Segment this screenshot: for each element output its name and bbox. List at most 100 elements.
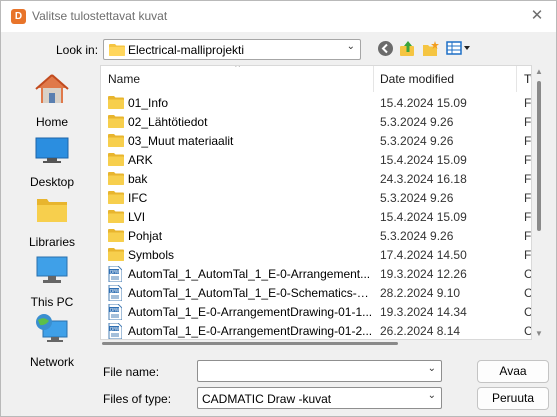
item-name: AutomTal_1_E-0-ArrangementDrawing-01-2..… <box>128 324 373 338</box>
item-name: AutomTal_1_E-0-ArrangementDrawing-01-1..… <box>128 305 373 319</box>
list-item[interactable]: 01_Info 15.4.2024 15.09 Fil <box>101 93 532 112</box>
file-name-input[interactable]: ⌄ <box>197 360 442 382</box>
place-label: Home <box>35 115 68 129</box>
column-separator[interactable] <box>516 66 517 92</box>
item-type: Fil <box>524 134 532 148</box>
libraries-icon <box>36 195 68 226</box>
item-date-modified: 15.4.2024 15.09 <box>380 210 467 224</box>
sort-ascending-icon: ⌃ <box>233 65 243 75</box>
list-item[interactable]: DRW AutomTal_1_AutomTal_1_E-0-Arrangement… <box>101 264 531 283</box>
svg-text:DRW: DRW <box>110 326 120 331</box>
window-title: Valitse tulostettavat kuvat <box>32 9 168 23</box>
folder-icon <box>108 190 124 207</box>
view-menu-icon[interactable] <box>446 40 472 58</box>
list-item[interactable]: bak 24.3.2024 16.18 Fil <box>101 169 532 188</box>
item-type: Fil <box>524 96 532 110</box>
column-header-date-modified[interactable]: Date modified <box>380 72 454 86</box>
item-name: bak <box>128 172 148 186</box>
place-libraries[interactable]: Libraries <box>8 193 96 249</box>
vertical-scrollbar[interactable]: ▲ ▼ <box>532 65 546 340</box>
item-date-modified: 5.3.2024 9.26 <box>380 191 454 205</box>
folder-icon <box>108 209 124 226</box>
place-desktop[interactable]: Desktop <box>8 133 96 189</box>
item-type: Fil <box>524 172 532 186</box>
title-bar: D Valitse tulostettavat kuvat ✕ <box>1 1 556 32</box>
item-date-modified: 5.3.2024 9.26 <box>380 134 454 148</box>
this-pc-icon <box>35 256 69 287</box>
place-home[interactable]: Home <box>8 73 96 129</box>
list-header: ⌃ Name Date modified Ty <box>101 65 531 92</box>
item-name: AutomTal_1_AutomTal_1_E-0-Arrangement... <box>128 267 371 281</box>
item-type: Fil <box>524 191 532 205</box>
item-name: 02_Lähtötiedot <box>128 115 208 129</box>
file-type-value: CADMATIC Draw -kuvat <box>202 392 332 406</box>
svg-text:DRW: DRW <box>110 269 120 274</box>
item-date-modified: 17.4.2024 14.50 <box>380 248 467 262</box>
folder-icon <box>109 43 125 59</box>
column-header-name[interactable]: Name <box>108 72 140 86</box>
scroll-thumb[interactable] <box>102 342 398 345</box>
close-button[interactable]: ✕ <box>526 6 548 26</box>
folder-icon <box>108 228 124 245</box>
item-date-modified: 24.3.2024 16.18 <box>380 172 467 186</box>
up-folder-icon[interactable] <box>399 40 417 58</box>
folder-icon <box>108 152 124 169</box>
item-name: ARK <box>128 153 153 167</box>
file-name-label: File name: <box>103 365 160 379</box>
place-network[interactable]: Network <box>8 313 96 369</box>
list-item[interactable]: LVI 15.4.2024 15.09 Fil <box>101 207 532 226</box>
item-date-modified: 28.2.2024 9.10 <box>380 286 461 300</box>
new-folder-icon[interactable] <box>422 40 440 58</box>
place-this-pc[interactable]: This PC <box>8 253 96 309</box>
horizontal-scrollbar[interactable] <box>100 340 532 348</box>
network-icon <box>35 313 69 348</box>
item-date-modified: 19.3.2024 14.34 <box>380 305 467 319</box>
item-type: Fil <box>524 153 532 167</box>
look-in-dropdown[interactable]: Electrical-malliprojekti ⌄ <box>103 39 361 60</box>
folder-icon <box>108 114 124 131</box>
item-type: Fil <box>524 229 532 243</box>
cancel-button[interactable]: Peruuta <box>477 387 549 410</box>
file-type-label: Files of type: <box>103 392 172 406</box>
place-label: This PC <box>30 295 74 309</box>
svg-text:DRW: DRW <box>110 288 120 293</box>
list-item[interactable]: 03_Muut materiaalit 5.3.2024 9.26 Fil <box>101 131 532 150</box>
item-type: Fil <box>524 210 532 224</box>
item-type: Fil <box>524 115 532 129</box>
list-item[interactable]: Pohjat 5.3.2024 9.26 Fil <box>101 226 532 245</box>
folder-icon <box>108 171 124 188</box>
list-item[interactable]: DRW AutomTal_1_AutomTal_1_E-0-Schematics-… <box>101 283 532 302</box>
item-name: AutomTal_1_AutomTal_1_E-0-Schematics-01.… <box>128 286 373 300</box>
item-date-modified: 5.3.2024 9.26 <box>380 229 454 243</box>
place-label: Desktop <box>29 175 75 189</box>
back-icon[interactable] <box>377 40 394 58</box>
list-item[interactable]: DRW AutomTal_1_E-0-ArrangementDrawing-01-… <box>101 302 532 321</box>
item-type: CA <box>524 324 532 338</box>
column-separator[interactable] <box>373 66 374 92</box>
place-label: Libraries <box>28 235 76 249</box>
item-type: CA <box>524 305 532 319</box>
scroll-up-icon[interactable]: ▲ <box>535 67 543 76</box>
file-type-dropdown[interactable]: CADMATIC Draw -kuvat ⌄ <box>197 387 442 409</box>
list-item[interactable]: IFC 5.3.2024 9.26 Fil <box>101 188 532 207</box>
open-button[interactable]: Avaa <box>477 360 549 383</box>
item-date-modified: 26.2.2024 8.14 <box>380 324 461 338</box>
list-item[interactable]: 02_Lähtötiedot 5.3.2024 9.26 Fil <box>101 112 532 131</box>
scroll-down-icon[interactable]: ▼ <box>535 329 543 338</box>
item-name: Pohjat <box>128 229 163 243</box>
folder-icon <box>108 247 124 264</box>
item-type: CA <box>524 286 532 300</box>
chevron-down-icon: ⌄ <box>427 390 436 401</box>
item-name: 03_Muut materiaalit <box>128 134 234 148</box>
item-date-modified: 5.3.2024 9.26 <box>380 115 454 129</box>
column-header-type[interactable]: Ty <box>524 72 531 86</box>
places-bar: Home Desktop Libraries This PC Network <box>8 65 96 375</box>
place-label: Network <box>29 355 74 369</box>
list-item[interactable]: ARK 15.4.2024 15.09 Fil <box>101 150 532 169</box>
list-item[interactable]: Symbols 17.4.2024 14.50 Fil <box>101 245 531 264</box>
scroll-thumb[interactable] <box>537 81 541 231</box>
item-name: LVI <box>128 210 146 224</box>
chevron-down-icon[interactable]: ⌄ <box>428 363 436 374</box>
file-list[interactable]: ⌃ Name Date modified Ty 01_Info 15.4.2024… <box>100 65 532 340</box>
list-item[interactable]: DRW AutomTal_1_E-0-ArrangementDrawing-01-… <box>101 321 532 339</box>
